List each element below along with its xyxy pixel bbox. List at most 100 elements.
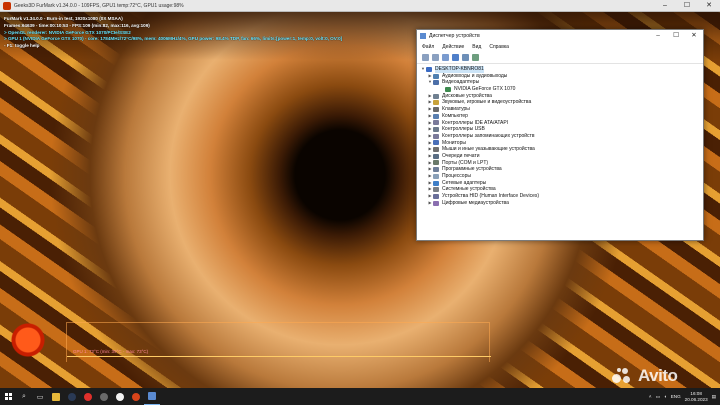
notifications-icon[interactable]: ▤	[712, 394, 716, 400]
app-icon[interactable]	[96, 388, 112, 405]
device-category-icon	[433, 127, 439, 133]
scan-hardware-icon[interactable]	[472, 54, 479, 61]
toolbar	[417, 52, 703, 64]
tree-category[interactable]: ▶ Клавиатуры	[417, 106, 703, 113]
avito-text: Avito	[638, 366, 678, 385]
minimize-icon[interactable]: –	[649, 30, 667, 42]
menu-action[interactable]: Действие	[442, 44, 464, 50]
tree-root-label: DESKTOP-KBNRO81	[435, 66, 484, 73]
device-category-icon	[433, 73, 439, 79]
device-category-icon	[433, 193, 439, 199]
search-icon[interactable]: ⌕	[16, 388, 32, 405]
tree-category[interactable]: ▶ Звуковые, игровые и видеоустройства	[417, 99, 703, 106]
tree-node-label: Клавиатуры	[442, 106, 470, 113]
overlay-line: Frames:64639 - time:00:10:53 - FPS:109 (…	[4, 22, 150, 28]
tree-node-label: Программные устройства	[442, 166, 502, 173]
properties-icon[interactable]	[442, 54, 449, 61]
tree-category[interactable]: ▼ Видеоадаптеры	[417, 79, 703, 86]
menu-file[interactable]: Файл	[422, 44, 434, 50]
tree-category[interactable]: ▶ Цифровые медиаустройства	[417, 200, 703, 207]
temperature-line	[67, 356, 491, 357]
device-manager-window: Диспетчер устройств – ☐ ✕ Файл Действие …	[416, 29, 704, 241]
device-category-icon	[433, 147, 439, 153]
device-manager-titlebar[interactable]: Диспетчер устройств – ☐ ✕	[417, 30, 703, 42]
back-icon[interactable]	[422, 54, 429, 61]
minimize-icon[interactable]: –	[654, 0, 676, 12]
tree-node-label: Мыши и иные указывающие устройства	[442, 146, 535, 153]
tree-node-label: Контроллеры запоминающих устройств	[442, 132, 535, 139]
tree-node-label: Контроллеры USB	[442, 126, 485, 133]
device-category-icon	[433, 167, 439, 173]
furmark-window-title: Geeks3D FurMark v1.34.0.0 - 109FPS, GPU1…	[14, 2, 184, 9]
device-category-icon	[433, 200, 439, 206]
computer-icon	[426, 66, 432, 72]
clock[interactable]: 16:08 20.06.2023	[685, 391, 708, 402]
desktop-screen: Geeks3D FurMark v1.34.0.0 - 109FPS, GPU1…	[0, 0, 720, 405]
tree-category[interactable]: ▶ Мыши и иные указывающие устройства	[417, 146, 703, 153]
close-icon[interactable]: ✕	[698, 0, 720, 12]
clock-date: 20.06.2023	[684, 396, 708, 402]
tree-category[interactable]: ▶ Программные устройства	[417, 166, 703, 173]
opera-icon[interactable]	[80, 388, 96, 405]
yandex-browser-icon[interactable]	[112, 388, 128, 405]
volume-icon[interactable]: ◖	[664, 394, 667, 399]
tree-root[interactable]: ▼ DESKTOP-KBNRO81	[417, 66, 703, 73]
language-indicator[interactable]: ENG	[671, 394, 681, 399]
tree-category[interactable]: ▶ Аудиовходы и аудиовыходы	[417, 73, 703, 80]
help-icon[interactable]	[452, 54, 459, 61]
device-category-icon	[433, 180, 439, 186]
temperature-graph: GPU 1: 72°C (min: 39°C - max: 73°C)	[66, 322, 491, 362]
device-category-icon	[433, 100, 439, 106]
tree-category[interactable]: ▶ Контроллеры запоминающих устройств	[417, 133, 703, 140]
windows-logo-icon	[4, 393, 12, 400]
tree-node-label: Видеоадаптеры	[442, 79, 480, 86]
device-manager-taskbar-icon[interactable]	[144, 388, 160, 405]
system-tray: ˄ ▭ ◖ ENG 16:08 20.06.2023 ▤	[649, 388, 720, 405]
device-category-icon	[433, 113, 439, 119]
network-icon[interactable]: ▭	[656, 394, 660, 400]
overlay-line: > GPU 1 (NVIDIA GeForce GTX 1070) - core…	[4, 36, 343, 42]
tree-category[interactable]: ▶ Контроллеры IDE ATA/ATAPI	[417, 120, 703, 127]
tree-category[interactable]: ▶ Очереди печати	[417, 153, 703, 160]
forward-icon[interactable]	[432, 54, 439, 61]
overlay-line: - F1: toggle help	[4, 43, 40, 49]
tree-category[interactable]: ▶ Устройства HID (Human Interface Devices…	[417, 193, 703, 200]
tree-node-label: Процессоры	[442, 173, 471, 179]
device-category-icon	[433, 133, 439, 139]
furmark-stats-overlay: FurMark v1.34.0.0 - Burn-in test, 1920x1…	[4, 16, 342, 50]
device-category-icon	[433, 93, 439, 99]
menu-help[interactable]: Справка	[489, 44, 509, 50]
tree-device[interactable]: NVIDIA GeForce GTX 1070	[417, 86, 703, 93]
tree-node-label: Звуковые, игровые и видеоустройства	[442, 99, 532, 106]
furmark-titlebar[interactable]: Geeks3D FurMark v1.34.0.0 - 109FPS, GPU1…	[0, 0, 720, 12]
window-title: Диспетчер устройств	[429, 33, 480, 39]
tree-category[interactable]: ▶ Контроллеры USB	[417, 126, 703, 133]
device-category-icon	[433, 187, 439, 193]
tree-node-label: Компьютер	[442, 112, 468, 119]
menu-view[interactable]: Вид	[472, 44, 481, 50]
tree-node-label: Аудиовходы и аудиовыходы	[442, 72, 508, 79]
menu-bar: Файл Действие Вид Справка	[417, 42, 703, 52]
device-category-icon	[433, 106, 439, 112]
device-category-icon	[433, 160, 439, 166]
task-view-icon[interactable]: ▭	[32, 388, 48, 405]
maximize-icon[interactable]: ☐	[676, 0, 698, 12]
file-explorer-icon[interactable]	[48, 388, 64, 405]
steam-icon[interactable]	[64, 388, 80, 405]
tree-category[interactable]: ▶ Компьютер	[417, 113, 703, 120]
graph-label: GPU 1: 72°C (min: 39°C - max: 73°C)	[73, 349, 149, 354]
avito-logo-icon	[612, 367, 634, 385]
device-category-icon	[433, 140, 439, 146]
start-button[interactable]	[0, 388, 16, 405]
update-driver-icon[interactable]	[462, 54, 469, 61]
furmark-taskbar-icon[interactable]	[128, 388, 144, 405]
close-icon[interactable]: ✕	[685, 30, 703, 42]
device-category-icon	[433, 120, 439, 126]
furmark-logo	[6, 318, 50, 362]
tree-node-label: Цифровые медиаустройства	[442, 199, 509, 206]
tray-chevron-icon[interactable]: ˄	[649, 394, 652, 399]
device-manager-icon	[420, 33, 426, 39]
tree-node-label: NVIDIA GeForce GTX 1070	[454, 86, 516, 93]
tree-category[interactable]: ▶ Процессоры	[417, 173, 703, 180]
maximize-icon[interactable]: ☐	[667, 30, 685, 42]
